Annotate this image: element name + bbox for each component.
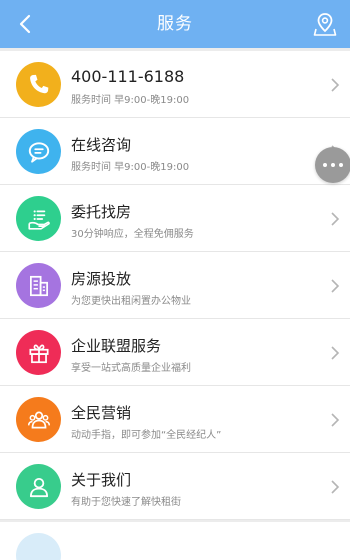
hand-list-icon (16, 196, 61, 241)
item-subtitle: 有助于您快速了解快租街 (71, 497, 181, 508)
chevron-right-icon (331, 480, 340, 494)
chevron-right-icon (331, 212, 340, 226)
page-title: 服务 (157, 14, 193, 34)
floating-more-button[interactable] (315, 147, 350, 183)
phone-icon (16, 62, 61, 107)
chevron-right-icon (331, 279, 340, 293)
item-title: 400-111-6188 (71, 67, 185, 86)
list-item-about-us[interactable]: 关于我们 有助于您快速了解快租街 (0, 453, 350, 520)
item-subtitle: 服务时间 早9:00-晚19:00 (71, 162, 190, 173)
chevron-right-icon (331, 78, 340, 92)
more-dots-icon (323, 163, 343, 167)
item-title: 全民营销 (71, 404, 132, 422)
item-subtitle: 为您更快出租闲置办公物业 (71, 296, 191, 307)
chevron-right-icon (331, 346, 340, 360)
list-item-find-house[interactable]: 委托找房 30分钟响应，全程免佣服务 (0, 185, 350, 252)
item-title: 关于我们 (71, 471, 132, 489)
item-title: 房源投放 (71, 270, 132, 288)
item-title: 企业联盟服务 (71, 337, 162, 355)
partial-item-icon (16, 533, 61, 560)
list-item-online-consult[interactable]: 在线咨询 服务时间 早9:00-晚19:00 (0, 118, 350, 185)
item-subtitle: 服务时间 早9:00-晚19:00 (71, 95, 190, 106)
chevron-right-icon (331, 413, 340, 427)
service-list: 400-111-6188 服务时间 早9:00-晚19:00 在线咨询 服务时间… (0, 51, 350, 520)
gift-icon (16, 330, 61, 375)
item-subtitle: 享受一站式高质量企业福利 (71, 363, 191, 374)
list-item-enterprise-alliance[interactable]: 企业联盟服务 享受一站式高质量企业福利 (0, 319, 350, 386)
group-icon (16, 397, 61, 442)
item-title: 在线咨询 (71, 136, 132, 154)
item-title: 委托找房 (71, 203, 132, 221)
person-icon (16, 464, 61, 509)
list-item-partial[interactable] (0, 522, 350, 560)
list-item-phone[interactable]: 400-111-6188 服务时间 早9:00-晚19:00 (0, 51, 350, 118)
chat-icon (16, 129, 61, 174)
list-item-marketing[interactable]: 全民营销 动动手指，即可参加“全民经纪人” (0, 386, 350, 453)
item-subtitle: 动动手指，即可参加“全民经纪人” (71, 430, 222, 441)
building-icon (16, 263, 61, 308)
top-bar: 服务 (0, 0, 350, 48)
map-location-icon[interactable] (312, 11, 338, 37)
list-item-listing[interactable]: 房源投放 为您更快出租闲置办公物业 (0, 252, 350, 319)
item-subtitle: 30分钟响应，全程免佣服务 (71, 229, 194, 240)
